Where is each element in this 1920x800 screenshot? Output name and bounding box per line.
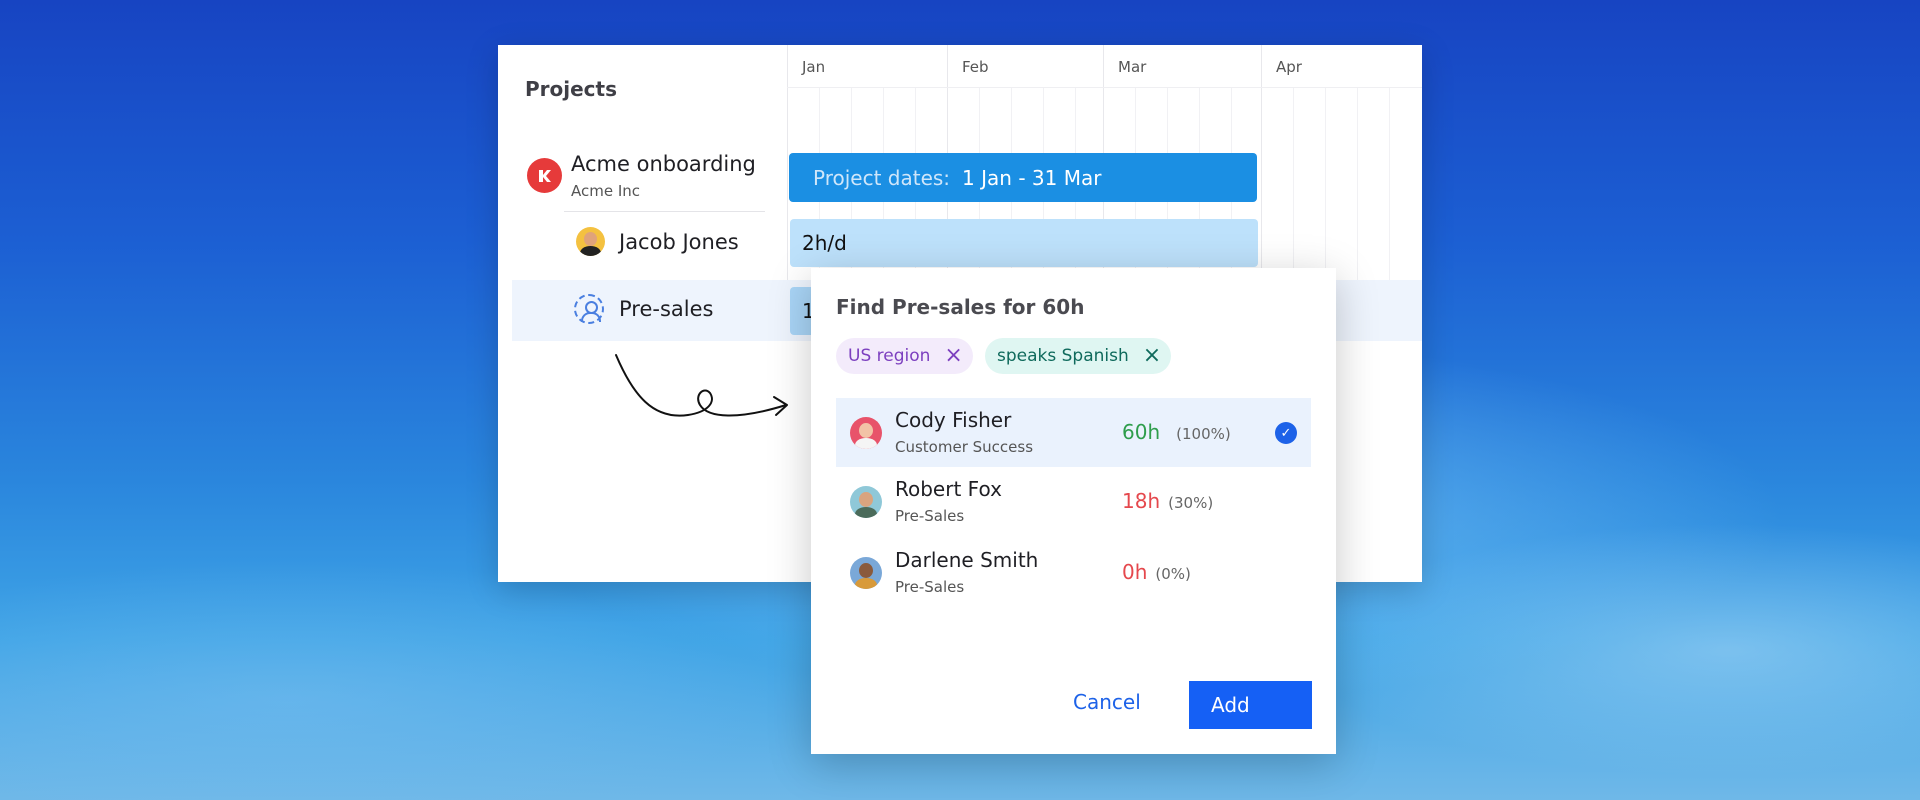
candidate-row[interactable]: Cody Fisher Customer Success 60h (100%) ✓ bbox=[836, 398, 1311, 467]
project-dates-bar[interactable]: Project dates: 1 Jan - 31 Mar bbox=[789, 153, 1257, 202]
month-label: Mar bbox=[1118, 58, 1147, 76]
hours-percent: (100%) bbox=[1176, 425, 1231, 443]
person-allocation-bar[interactable]: 2h/d bbox=[790, 219, 1258, 267]
project-name[interactable]: Acme onboarding bbox=[571, 152, 756, 176]
candidate-role: Pre-Sales bbox=[895, 507, 965, 525]
row-divider bbox=[564, 211, 765, 212]
candidate-row[interactable]: Robert Fox Pre-Sales 18h (30%) bbox=[836, 467, 1311, 536]
filter-chip-label: speaks Spanish bbox=[997, 346, 1129, 366]
candidate-role: Pre-Sales bbox=[895, 578, 965, 596]
filter-chip-label: US region bbox=[848, 346, 931, 366]
filter-chip-us-region[interactable]: US region × bbox=[836, 338, 973, 374]
cancel-button[interactable]: Cancel bbox=[1073, 690, 1141, 714]
candidate-row[interactable]: Darlene Smith Pre-Sales 0h (0%) bbox=[836, 538, 1311, 607]
project-dates-label: Project dates: bbox=[813, 165, 951, 190]
timeline-header-divider bbox=[787, 87, 1422, 88]
month-label: Apr bbox=[1276, 58, 1302, 76]
day-gridline bbox=[1357, 87, 1358, 280]
hours-percent: (0%) bbox=[1155, 565, 1191, 583]
day-gridline bbox=[1325, 87, 1326, 280]
hours-value: 18h bbox=[1122, 489, 1161, 513]
role-name[interactable]: Pre-sales bbox=[619, 297, 713, 321]
checkmark-icon[interactable]: ✓ bbox=[1275, 422, 1297, 444]
day-gridline bbox=[1293, 87, 1294, 280]
project-dates-value: 1 Jan - 31 Mar bbox=[962, 165, 1102, 190]
dialog-title: Find Pre-sales for 60h bbox=[836, 295, 1085, 319]
close-icon[interactable]: × bbox=[944, 345, 962, 367]
hours-percent: (30%) bbox=[1168, 494, 1214, 512]
candidate-name: Robert Fox bbox=[895, 477, 1002, 501]
candidate-name: Darlene Smith bbox=[895, 548, 1039, 572]
month-label: Jan bbox=[802, 58, 826, 76]
hours-value: 60h bbox=[1122, 420, 1161, 444]
avatar bbox=[850, 417, 882, 449]
close-icon[interactable]: × bbox=[1143, 345, 1161, 367]
candidate-hours: 18h (30%) bbox=[1122, 489, 1213, 513]
curly-arrow-icon bbox=[615, 354, 788, 417]
candidate-role: Customer Success bbox=[895, 438, 1034, 456]
candidate-hours: 0h (0%) bbox=[1122, 560, 1191, 584]
project-client: Acme Inc bbox=[571, 182, 641, 200]
month-label: Feb bbox=[962, 58, 989, 76]
candidate-name: Cody Fisher bbox=[895, 408, 1012, 432]
allocation-label: 2h/d bbox=[802, 231, 847, 255]
avatar bbox=[576, 227, 605, 256]
month-column-apr: Apr bbox=[1261, 45, 1423, 280]
filter-chip-speaks-spanish[interactable]: speaks Spanish × bbox=[985, 338, 1172, 374]
projects-heading: Projects bbox=[525, 77, 618, 101]
acme-logo-icon bbox=[527, 158, 562, 193]
hours-value: 0h bbox=[1122, 560, 1148, 584]
add-button[interactable]: Add bbox=[1189, 681, 1312, 729]
user-placeholder-icon bbox=[574, 294, 604, 324]
person-name[interactable]: Jacob Jones bbox=[619, 230, 739, 254]
day-gridline bbox=[1389, 87, 1390, 280]
avatar bbox=[850, 557, 882, 589]
avatar bbox=[850, 486, 882, 518]
candidate-hours: 60h (100%) bbox=[1122, 420, 1231, 444]
find-resource-dialog: Find Pre-sales for 60h US region × speak… bbox=[811, 268, 1336, 754]
